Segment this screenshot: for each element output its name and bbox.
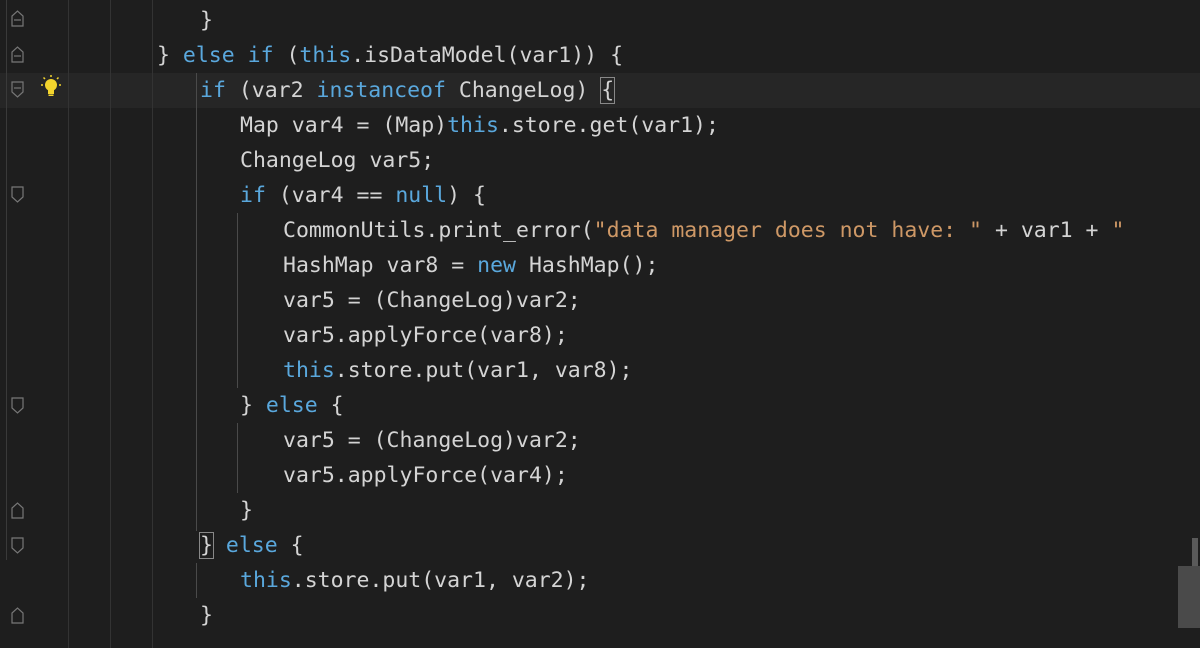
code-token: }: [200, 8, 213, 33]
fold-start-icon[interactable]: [10, 536, 25, 556]
scrollbar-marker: [1192, 538, 1198, 566]
code-token: }: [240, 393, 266, 418]
code-token: }: [240, 498, 253, 523]
lightbulb-icon[interactable]: [38, 74, 64, 100]
indent-guide: [110, 0, 111, 648]
code-token: (: [273, 43, 300, 68]
code-token: (var2: [225, 78, 317, 103]
indent-guide: [152, 0, 153, 648]
code-keyword: this: [299, 43, 352, 68]
code-line[interactable]: ChangeLog var5;: [240, 143, 434, 178]
indent-guide: [237, 423, 238, 493]
fold-start-icon[interactable]: [10, 80, 25, 100]
code-line[interactable]: }: [200, 598, 213, 633]
fold-end-icon[interactable]: [10, 8, 25, 28]
code-token: .store.put(var1, var2);: [291, 568, 590, 593]
code-keyword: if: [240, 183, 266, 208]
code-line[interactable]: }: [200, 3, 213, 38]
code-token: ChangeLog var5;: [240, 148, 435, 173]
code-token: + var1 +: [982, 218, 1112, 243]
code-line[interactable]: var5.applyForce(var4);: [283, 458, 568, 493]
code-keyword: instanceof: [316, 78, 446, 103]
gutter-divider: [6, 0, 7, 560]
code-editor[interactable]: }} else if (this.isDataModel(var1)) {if …: [0, 0, 1200, 648]
matched-brace: }: [199, 532, 214, 559]
code-string: "data manager does not have: ": [593, 218, 982, 243]
code-keyword: else: [265, 393, 318, 418]
code-token: ChangeLog): [445, 78, 602, 103]
code-token: {: [277, 533, 304, 558]
code-line[interactable]: CommonUtils.print_error("data manager do…: [283, 213, 1124, 248]
code-token: {: [317, 393, 344, 418]
fold-end-icon[interactable]: [10, 605, 25, 625]
code-token: }: [157, 43, 183, 68]
code-line[interactable]: Map var4 = (Map)this.store.get(var1);: [240, 108, 719, 143]
code-line[interactable]: } else if (this.isDataModel(var1)) {: [157, 38, 623, 73]
editor-gutter[interactable]: [0, 0, 70, 648]
code-token: .store.put(var1, var8);: [334, 358, 633, 383]
code-token: var5.applyForce(var4);: [283, 463, 568, 488]
code-keyword: else: [225, 533, 278, 558]
fold-start-icon[interactable]: [10, 185, 25, 205]
indent-guide: [237, 213, 238, 388]
fold-start-icon[interactable]: [10, 396, 25, 416]
code-string: ": [1111, 218, 1125, 243]
code-line[interactable]: } else {: [199, 528, 304, 563]
code-keyword: if: [200, 78, 226, 103]
fold-end-icon[interactable]: [10, 500, 25, 520]
code-token: var5 = (ChangeLog)var2;: [283, 428, 581, 453]
indent-guide: [196, 73, 197, 531]
code-token: CommonUtils.print_error(: [283, 218, 594, 243]
indent-guide: [196, 563, 197, 598]
code-token: HashMap();: [516, 253, 659, 278]
indent-guide: [68, 0, 69, 648]
code-token: var5.applyForce(var8);: [283, 323, 568, 348]
code-token: ) {: [447, 183, 486, 208]
code-line[interactable]: HashMap var8 = new HashMap();: [283, 248, 658, 283]
code-token: var5 = (ChangeLog)var2;: [283, 288, 581, 313]
code-line[interactable]: if (var2 instanceof ChangeLog) {: [200, 73, 616, 108]
code-line[interactable]: this.store.put(var1, var8);: [283, 353, 633, 388]
code-keyword: this: [283, 358, 335, 383]
code-token: (var4 ==: [265, 183, 396, 208]
code-line[interactable]: var5 = (ChangeLog)var2;: [283, 423, 581, 458]
code-line[interactable]: var5 = (ChangeLog)var2;: [283, 283, 581, 318]
code-line[interactable]: } else {: [240, 388, 344, 423]
matched-brace: {: [600, 77, 616, 104]
code-line[interactable]: this.store.put(var1, var2);: [240, 563, 590, 598]
code-keyword: if: [247, 43, 274, 68]
code-token: .isDataModel(var1)) {: [351, 43, 624, 68]
vertical-scrollbar[interactable]: [1178, 0, 1200, 648]
code-keyword: new: [477, 253, 517, 278]
code-token: Map var4 = (Map): [240, 113, 448, 138]
scrollbar-thumb[interactable]: [1178, 566, 1200, 628]
code-keyword: null: [395, 183, 448, 208]
code-token: HashMap var8 =: [283, 253, 478, 278]
fold-end-icon[interactable]: [10, 44, 25, 64]
code-keyword: this: [447, 113, 499, 138]
code-token: }: [200, 603, 213, 628]
code-line[interactable]: if (var4 == null) {: [240, 178, 486, 213]
code-keyword: this: [240, 568, 292, 593]
code-token: .store.get(var1);: [498, 113, 719, 138]
code-line[interactable]: var5.applyForce(var8);: [283, 318, 568, 353]
code-line[interactable]: }: [240, 493, 253, 528]
code-keyword: else: [182, 43, 235, 68]
